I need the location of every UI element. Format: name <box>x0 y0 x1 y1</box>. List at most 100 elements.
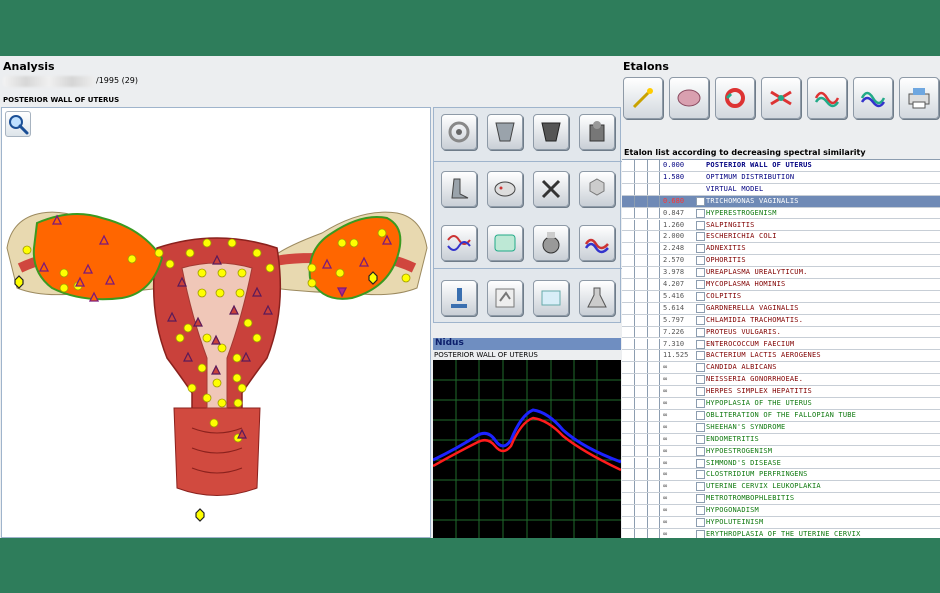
dna-wave-button[interactable] <box>441 225 477 261</box>
boot-button[interactable] <box>441 171 477 207</box>
etalon-row[interactable]: 2.570 OPHORITIS <box>622 255 940 268</box>
printer-button[interactable] <box>899 77 939 119</box>
etalon-row[interactable]: ∞ CANDIDA ALBICANS <box>622 362 940 375</box>
hexagons-button[interactable] <box>579 171 615 207</box>
row-checkbox[interactable] <box>696 434 705 444</box>
etalon-row[interactable]: 0.847 HYPERESTROGENISM <box>622 207 940 220</box>
row-checkbox[interactable] <box>696 494 705 504</box>
etalon-row[interactable]: ∞ OBLITERATION OF THE FALLOPIAN TUBE <box>622 409 940 422</box>
row-cell <box>622 314 635 326</box>
cycle-button[interactable] <box>715 77 755 119</box>
etalon-row[interactable]: ∞ NEISSERIA GONORRHOEAE. <box>622 374 940 387</box>
etalon-row[interactable]: ∞ UTERINE CERVIX LEUKOPLAKIA <box>622 481 940 494</box>
etalon-row[interactable]: 0.680 TRICHOMONAS VAGINALIS <box>622 195 940 208</box>
etalon-row[interactable]: ∞ HERPES SIMPLEX HEPATITIS <box>622 386 940 398</box>
row-checkbox[interactable] <box>696 291 705 301</box>
shuffle-button[interactable] <box>761 77 801 119</box>
etalon-row[interactable]: ∞ SIMMOND'S DISEASE <box>622 457 940 470</box>
etalon-list[interactable]: 0.000 POSTERIOR WALL OF UTERUS 1.580 OPTIMU… <box>622 159 940 538</box>
row-checkbox[interactable] <box>696 244 705 254</box>
close-button[interactable] <box>533 171 569 207</box>
row-checkbox[interactable] <box>696 529 705 538</box>
etalon-row[interactable]: ∞ HYPOESTROGENISM <box>622 445 940 458</box>
row-checkbox[interactable] <box>696 280 705 289</box>
etalon-row[interactable]: ∞ HYPOPLASIA OF THE UTERUS <box>622 398 940 410</box>
fish-button[interactable] <box>487 171 523 207</box>
similarity-value: 7.310 <box>663 339 685 348</box>
bacteria-button[interactable] <box>487 225 523 261</box>
wave-red-button[interactable] <box>807 77 847 119</box>
etalon-row[interactable]: 1.260 SALPINGITIS <box>622 219 940 232</box>
etalon-name: COLPITIS <box>706 291 742 300</box>
row-checkbox[interactable] <box>696 410 705 420</box>
etalon-row[interactable]: 2.000 ESCHERICHIA COLI <box>622 231 940 244</box>
etalon-row[interactable]: ∞ CLOSTRIDIUM PERFRINGENS <box>622 469 940 482</box>
target-button[interactable] <box>441 114 477 150</box>
similarity-value: ∞ <box>663 422 668 431</box>
book-button[interactable] <box>533 280 569 316</box>
row-checkbox[interactable] <box>696 458 705 468</box>
etalon-row[interactable]: 4.207 MYCOPLASMA HOMINIS <box>622 279 940 291</box>
row-checkbox[interactable] <box>696 422 705 432</box>
row-checkbox[interactable] <box>696 208 705 218</box>
etalon-row[interactable]: 7.226 PROTEUS VULGARIS. <box>622 326 940 339</box>
etalon-row[interactable]: 5.797 CHLAMIDIA TRACHOMATIS. <box>622 314 940 327</box>
etalon-row[interactable]: 5.614 GARDNERELLA VAGINALIS <box>622 302 940 315</box>
etalon-row[interactable]: ∞ ERYTHROPLASIA OF THE UTERINE CERVIX <box>622 528 940 538</box>
spectrum-button[interactable] <box>579 225 615 261</box>
cup-button[interactable] <box>487 114 523 150</box>
wave-green-button[interactable] <box>853 77 893 119</box>
similarity-value: 5.416 <box>663 291 685 300</box>
flask-button[interactable] <box>579 280 615 316</box>
etalon-name: HERPES SIMPLEX HEPATITIS <box>706 387 812 396</box>
flask-icon <box>587 287 607 308</box>
row-checkbox[interactable] <box>696 363 705 373</box>
etalon-row[interactable]: 11.525 BACTERIUM LACTIS AEROGENES <box>622 350 940 363</box>
row-checkbox[interactable] <box>696 518 705 527</box>
etalon-row[interactable]: ∞ HYPOLUTEINISM <box>622 517 940 529</box>
row-checkbox[interactable] <box>696 482 705 492</box>
etalon-row[interactable]: 3.978 UREAPLASMA UREALYTICUM. <box>622 267 940 279</box>
apparatus-icon <box>589 121 605 142</box>
etalon-row[interactable]: ∞ HYPOGONADISM <box>622 505 940 517</box>
microscope-button[interactable] <box>441 280 477 316</box>
patient-date: /1995 (29) <box>96 76 139 85</box>
etalon-row[interactable]: 5.416 COLPITIS <box>622 290 940 303</box>
row-checkbox[interactable] <box>696 470 705 480</box>
row-checkbox[interactable] <box>696 232 705 242</box>
row-cell <box>635 421 648 433</box>
etalon-row[interactable]: ∞ SHEEHAN'S SYNDROME <box>622 421 940 434</box>
row-checkbox[interactable] <box>696 220 705 230</box>
apparatus-button[interactable] <box>579 114 615 150</box>
row-checkbox[interactable] <box>696 196 705 206</box>
row-checkbox[interactable] <box>696 351 705 361</box>
row-checkbox[interactable] <box>696 446 705 456</box>
etalon-name: HYPOESTROGENISM <box>706 446 773 455</box>
row-cell <box>648 493 660 505</box>
row-checkbox[interactable] <box>696 315 705 325</box>
row-checkbox[interactable] <box>696 256 705 266</box>
row-checkbox[interactable] <box>696 387 705 397</box>
etalon-row[interactable]: 1.580 OPTIMUM DISTRIBUTION <box>622 171 940 184</box>
row-checkbox[interactable] <box>696 339 705 349</box>
brain-button[interactable] <box>669 77 709 119</box>
row-checkbox[interactable] <box>696 399 705 408</box>
etalon-row[interactable]: ∞ METROTROMBOPHLEBITIS <box>622 493 940 506</box>
row-checkbox[interactable] <box>696 506 705 516</box>
row-checkbox[interactable] <box>696 268 705 278</box>
etalon-row[interactable]: 2.248 ADNEXITIS <box>622 243 940 256</box>
row-checkbox[interactable] <box>696 303 705 313</box>
scan-button[interactable] <box>487 280 523 316</box>
etalon-row[interactable]: ∞ ENDOMETRITIS <box>622 433 940 446</box>
similarity-value: ∞ <box>663 434 668 443</box>
etalon-row[interactable]: VIRTUAL MODEL <box>622 183 940 196</box>
dark-cup-button[interactable] <box>533 114 569 150</box>
row-checkbox[interactable] <box>696 327 705 337</box>
reel-button[interactable] <box>533 225 569 261</box>
organ-viewer[interactable] <box>1 107 431 538</box>
row-cell <box>635 160 648 171</box>
row-checkbox[interactable] <box>696 375 705 385</box>
etalon-row[interactable]: 0.000 POSTERIOR WALL OF UTERUS <box>622 160 940 172</box>
etalon-row[interactable]: 7.310 ENTEROCOCCUM FAECIUM <box>622 338 940 351</box>
wand-button[interactable] <box>623 77 663 119</box>
